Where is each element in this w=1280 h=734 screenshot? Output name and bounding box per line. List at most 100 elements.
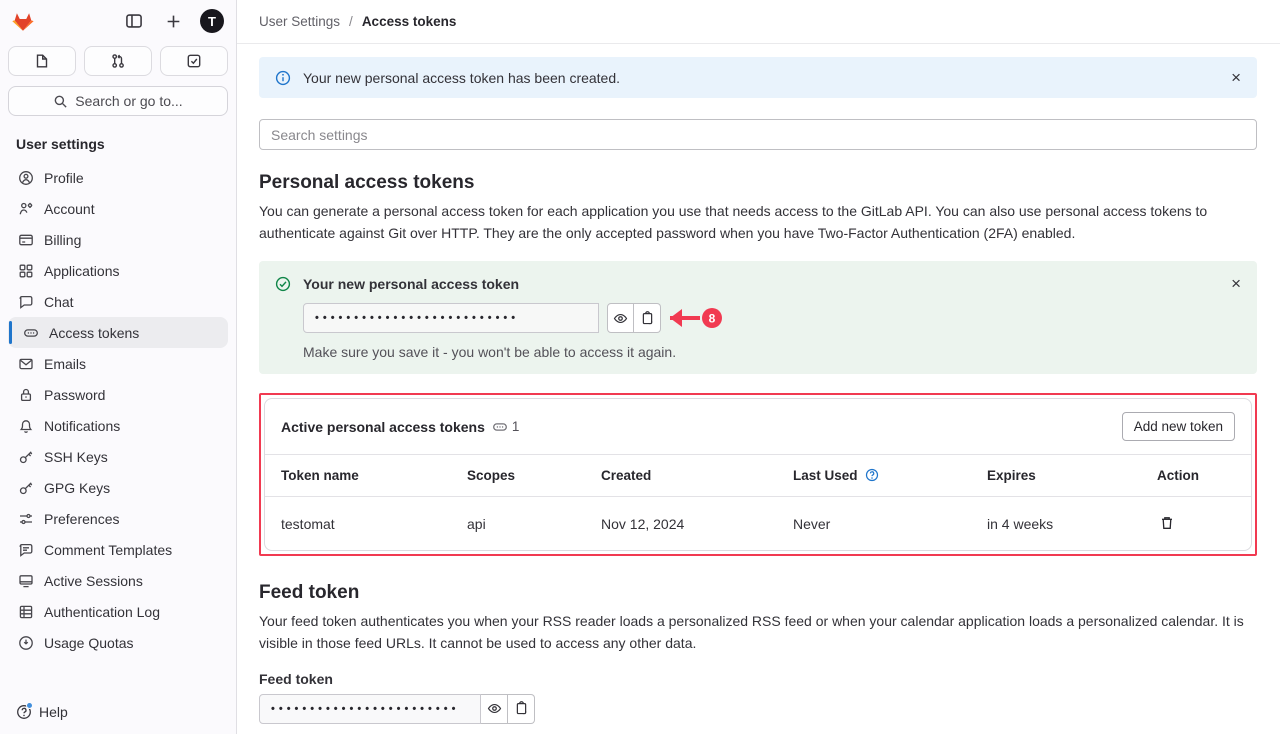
col-created: Created bbox=[585, 455, 777, 497]
token-count-badge: 1 bbox=[492, 419, 520, 435]
active-tokens-title: Active personal access tokens bbox=[281, 419, 485, 435]
feed-token-heading: Feed token bbox=[259, 582, 1257, 604]
sidebar-item-ssh-keys[interactable]: SSH Keys bbox=[8, 441, 228, 472]
sidebar-item-password[interactable]: Password bbox=[8, 379, 228, 410]
feed-token-description: Your feed token authenticates you when y… bbox=[259, 611, 1257, 654]
reveal-token-button[interactable] bbox=[607, 303, 634, 333]
col-token-name: Token name bbox=[265, 455, 451, 497]
nav-label: Authentication Log bbox=[44, 604, 160, 620]
help-notification-dot bbox=[26, 702, 33, 709]
info-alert: Your new personal access token has been … bbox=[259, 57, 1257, 98]
token-scopes-cell: api bbox=[451, 497, 585, 551]
close-icon[interactable]: × bbox=[1231, 69, 1241, 86]
search-settings-input[interactable] bbox=[259, 119, 1257, 150]
copy-token-button[interactable] bbox=[634, 303, 661, 333]
token-created-cell: Nov 12, 2024 bbox=[585, 497, 777, 551]
success-alert-title: Your new personal access token bbox=[303, 276, 1241, 292]
copy-feed-token-button[interactable] bbox=[508, 694, 535, 724]
search-or-go-to[interactable]: Search or go to... bbox=[8, 86, 228, 116]
sidebar-header: T bbox=[0, 0, 236, 40]
content: Your new personal access token has been … bbox=[237, 44, 1280, 734]
nav-label: Chat bbox=[44, 294, 74, 310]
sidebar-nav: Profile Account bbox=[0, 160, 236, 690]
clipboard-icon bbox=[514, 701, 529, 716]
nav-label: SSH Keys bbox=[44, 449, 108, 465]
help-label: Help bbox=[39, 704, 68, 720]
sidebar-item-account[interactable]: Account bbox=[8, 193, 228, 224]
close-icon[interactable]: × bbox=[1231, 275, 1241, 292]
annotation-arrow: 8 bbox=[668, 307, 724, 329]
email-icon bbox=[18, 356, 34, 372]
breadcrumb-current: Access tokens bbox=[362, 14, 457, 29]
new-token-field[interactable] bbox=[303, 303, 599, 333]
profile-icon bbox=[18, 170, 34, 186]
sidebar-item-notifications[interactable]: Notifications bbox=[8, 410, 228, 441]
table-row: testomat api Nov 12, 2024 Never in 4 wee… bbox=[265, 497, 1251, 551]
annotation-rectangle: Active personal access tokens bbox=[259, 393, 1257, 556]
chat-icon bbox=[18, 294, 34, 310]
issues-button[interactable] bbox=[8, 46, 76, 76]
eye-icon bbox=[487, 701, 502, 716]
app-window: T bbox=[0, 0, 1280, 734]
sidebar-toggle-icon[interactable] bbox=[122, 9, 146, 33]
key-icon bbox=[18, 449, 34, 465]
token-last-used-cell: Never bbox=[777, 497, 971, 551]
nav-label: Notifications bbox=[44, 418, 120, 434]
clipboard-icon bbox=[640, 311, 655, 326]
reveal-feed-token-button[interactable] bbox=[481, 694, 508, 724]
lock-icon bbox=[18, 387, 34, 403]
personal-access-tokens-heading: Personal access tokens bbox=[259, 172, 1257, 194]
question-circle-icon[interactable] bbox=[865, 468, 879, 482]
help-button[interactable]: Help bbox=[0, 690, 236, 734]
col-last-used-label: Last Used bbox=[793, 468, 858, 483]
monitor-icon bbox=[18, 573, 34, 589]
sidebar-item-emails[interactable]: Emails bbox=[8, 348, 228, 379]
breadcrumb: User Settings / Access tokens bbox=[237, 0, 1280, 44]
plus-icon[interactable] bbox=[161, 9, 185, 33]
search-placeholder-text: Search or go to... bbox=[75, 93, 182, 109]
nav-label: Profile bbox=[44, 170, 84, 186]
sidebar: T bbox=[0, 0, 237, 734]
nav-label: Usage Quotas bbox=[44, 635, 134, 651]
nav-label: Active Sessions bbox=[44, 573, 143, 589]
sidebar-item-preferences[interactable]: Preferences bbox=[8, 503, 228, 534]
gitlab-logo[interactable] bbox=[10, 8, 36, 34]
revoke-token-button[interactable] bbox=[1157, 513, 1177, 533]
sidebar-item-usage-quotas[interactable]: Usage Quotas bbox=[8, 627, 228, 658]
breadcrumb-parent[interactable]: User Settings bbox=[259, 14, 340, 29]
sidebar-item-access-tokens[interactable]: Access tokens bbox=[8, 317, 228, 348]
search-icon bbox=[53, 94, 68, 109]
info-alert-text: Your new personal access token has been … bbox=[303, 70, 620, 86]
nav-label: Access tokens bbox=[49, 325, 139, 341]
sidebar-item-gpg-keys[interactable]: GPG Keys bbox=[8, 472, 228, 503]
feed-token-field[interactable] bbox=[259, 694, 481, 724]
sidebar-item-applications[interactable]: Applications bbox=[8, 255, 228, 286]
success-alert-note: Make sure you save it - you won't be abl… bbox=[303, 344, 1241, 360]
sidebar-item-active-sessions[interactable]: Active Sessions bbox=[8, 565, 228, 596]
nav-label: GPG Keys bbox=[44, 480, 110, 496]
col-action: Action bbox=[1141, 455, 1251, 497]
billing-icon bbox=[18, 232, 34, 248]
personal-access-tokens-description: You can generate a personal access token… bbox=[259, 201, 1257, 244]
token-icon bbox=[23, 325, 39, 341]
todo-check-icon bbox=[186, 53, 202, 69]
col-expires: Expires bbox=[971, 455, 1141, 497]
avatar[interactable]: T bbox=[200, 9, 224, 33]
success-alert: Your new personal access token bbox=[259, 261, 1257, 374]
nav-label: Password bbox=[44, 387, 105, 403]
eye-icon bbox=[613, 311, 628, 326]
token-name-cell: testomat bbox=[265, 497, 451, 551]
sidebar-item-comment-templates[interactable]: Comment Templates bbox=[8, 534, 228, 565]
nav-label: Account bbox=[44, 201, 95, 217]
merge-requests-button[interactable] bbox=[84, 46, 152, 76]
sidebar-item-profile[interactable]: Profile bbox=[8, 162, 228, 193]
sidebar-item-chat[interactable]: Chat bbox=[8, 286, 228, 317]
add-new-token-button[interactable]: Add new token bbox=[1122, 412, 1235, 441]
sidebar-item-authentication-log[interactable]: Authentication Log bbox=[8, 596, 228, 627]
nav-label: Applications bbox=[44, 263, 120, 279]
sidebar-item-billing[interactable]: Billing bbox=[8, 224, 228, 255]
nav-label: Billing bbox=[44, 232, 81, 248]
tokens-table: Token name Scopes Created Last Used bbox=[265, 454, 1251, 550]
breadcrumb-separator: / bbox=[349, 14, 353, 29]
todo-button[interactable] bbox=[160, 46, 228, 76]
